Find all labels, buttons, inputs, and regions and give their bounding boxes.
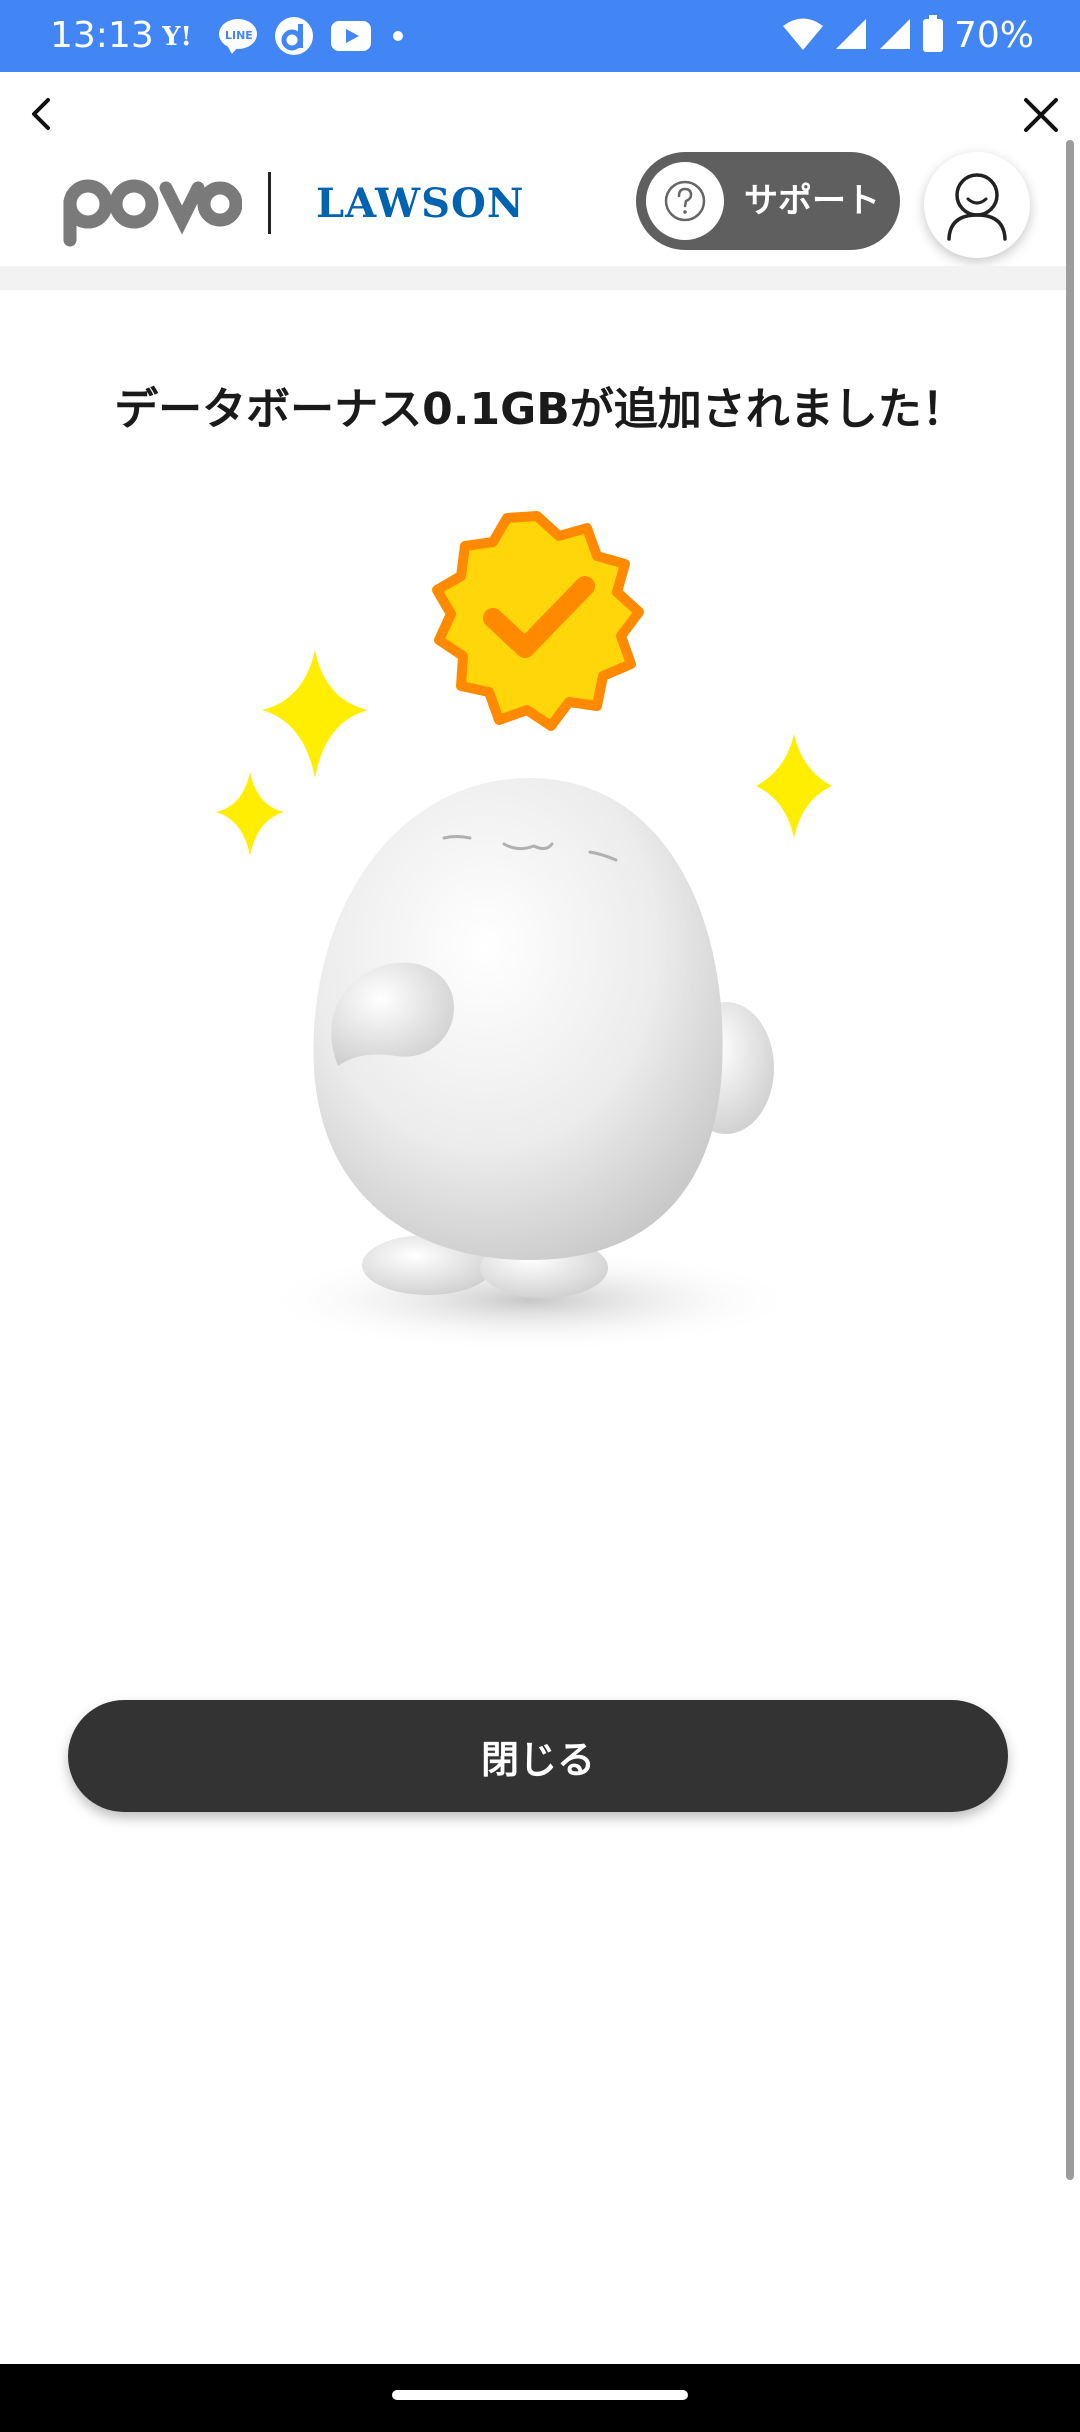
close-button[interactable]: 閉じる	[68, 1700, 1008, 1812]
status-indicators: 70%	[782, 14, 1034, 58]
signal-icon	[834, 17, 868, 55]
yahoo-icon: Y!	[162, 19, 202, 53]
browser-close-button[interactable]	[1020, 94, 1062, 136]
bonus-illustration	[200, 500, 880, 1360]
line-icon: LINE	[218, 17, 258, 55]
check-badge-icon	[432, 511, 644, 731]
header-divider	[0, 266, 1066, 290]
sparkle-icon	[756, 734, 832, 838]
povo-logo[interactable]: povo	[62, 174, 243, 252]
site-header: povo LAWSON サポート	[0, 140, 1080, 266]
close-icon	[1024, 98, 1058, 132]
status-bar: 13:13 Y! LINE 70%	[0, 0, 1080, 72]
battery-percent: 70%	[953, 15, 1034, 56]
sparkle-icon	[216, 772, 284, 856]
logo-divider	[268, 172, 271, 234]
signal-icon-2	[878, 17, 912, 55]
page-scrollbar[interactable]	[1066, 140, 1074, 2180]
home-indicator[interactable]	[392, 2390, 688, 2400]
status-time: 13:13	[50, 15, 154, 56]
account-button[interactable]	[924, 152, 1030, 258]
d-icon	[274, 16, 314, 56]
povo-logo-text: povo	[62, 174, 65, 175]
wifi-icon	[782, 17, 824, 55]
svg-text:Y!: Y!	[162, 22, 192, 52]
youtube-icon	[330, 20, 372, 52]
user-icon	[947, 173, 1007, 241]
back-button[interactable]	[22, 94, 62, 134]
support-button[interactable]: サポート	[636, 152, 900, 250]
battery-icon	[922, 15, 944, 57]
chevron-left-icon	[32, 98, 50, 130]
dot-icon	[388, 26, 408, 46]
help-icon	[646, 162, 724, 240]
support-label: サポート	[744, 181, 880, 221]
sparkle-icon	[262, 650, 368, 778]
page-title: データボーナス0.1GBが追加されました！	[114, 384, 966, 435]
system-nav-bar	[0, 2364, 1080, 2432]
notification-icons: Y! LINE	[162, 14, 408, 58]
lawson-logo[interactable]: LAWSON	[316, 180, 524, 227]
svg-text:LINE: LINE	[225, 29, 253, 42]
